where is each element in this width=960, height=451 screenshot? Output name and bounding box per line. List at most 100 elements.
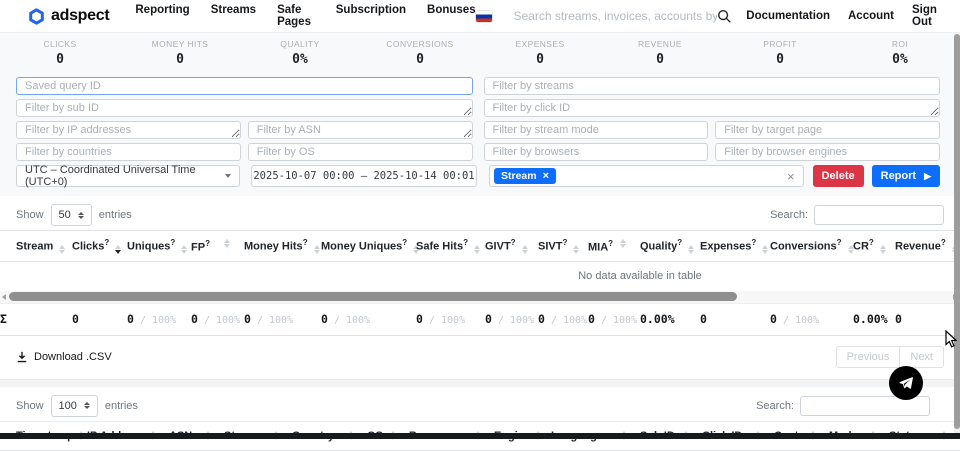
filter-stream-mode-input[interactable] [484, 121, 709, 139]
empty-table-message: No data available in table [0, 262, 960, 291]
section-separator [0, 379, 960, 387]
delete-button[interactable]: Delete [813, 165, 864, 187]
telegram-chat-button[interactable] [889, 366, 923, 400]
clear-selection-icon[interactable]: × [787, 170, 795, 183]
sigma-total-cell: Σ [0, 304, 72, 335]
telegram-icon [898, 375, 914, 391]
col-money-hits[interactable]: Money Hits? [244, 231, 321, 262]
nav-item-subscription[interactable]: Subscription [336, 4, 406, 28]
col-clicks[interactable]: Clicks? [72, 231, 127, 262]
table2-controls: Show 100 entries Search: [0, 387, 960, 421]
stepper-icon [84, 402, 90, 409]
entries-label: entries [105, 400, 138, 412]
show-label: Show [16, 400, 44, 412]
sort-icon [880, 245, 886, 254]
saved-query-id-input[interactable] [16, 77, 473, 95]
table1-footer: Download .CSV Previous Next [0, 336, 960, 379]
stat-expenses: EXPENSES 0 [480, 39, 600, 67]
tag-remove-icon[interactable]: × [543, 171, 549, 182]
col-revenue[interactable]: Revenue? [895, 231, 960, 262]
col-money-uniques[interactable]: Money Uniques? [321, 231, 416, 262]
col-expenses[interactable]: Expenses? [700, 231, 770, 262]
sort-icon [522, 245, 528, 254]
filters-panel: UTC – Coordinated Universal Time (UTC+0)… [0, 74, 960, 196]
global-search-input[interactable] [514, 9, 718, 23]
stats-bar: CLICKS 0 MONEY HITS 0 QUALITY 0% CONVERS… [0, 32, 960, 74]
total-expenses: 0 [700, 304, 770, 335]
previous-page-button[interactable]: Previous [836, 346, 901, 368]
total-sivt: 0/ 100% [538, 304, 588, 335]
chevron-down-icon [225, 174, 231, 178]
sort-icon [573, 245, 579, 254]
search-label: Search: [756, 400, 794, 412]
filter-os-input[interactable] [248, 143, 473, 161]
sort-icon [59, 245, 65, 254]
table1-controls: Show 50 entries Search: [0, 196, 960, 230]
total-safe-hits: 0/ 100% [416, 304, 485, 335]
scroll-left-icon[interactable] [2, 294, 6, 300]
nav-item-safe-pages[interactable]: Safe Pages [277, 4, 315, 28]
nav-item-documentation[interactable]: Documentation [746, 10, 830, 22]
sort-icon [314, 245, 320, 254]
filter-browser-engines-input[interactable] [715, 143, 940, 161]
vertical-scrollbar-thumb[interactable] [954, 34, 960, 429]
vertical-scrollbar[interactable] [954, 32, 960, 433]
total-givt: 0/ 100% [485, 304, 538, 335]
stat-money-hits: MONEY HITS 0 [120, 39, 240, 67]
col-fp[interactable]: FP? [191, 231, 244, 262]
search-icon[interactable] [717, 9, 732, 24]
sort-icon [762, 245, 768, 254]
nav-item-streams[interactable]: Streams [211, 4, 256, 28]
filter-countries-input[interactable] [16, 143, 241, 161]
entity-multiselect[interactable]: Stream × × [489, 165, 804, 187]
col-sivt[interactable]: SIVT? [538, 231, 588, 262]
total-fp: 0/ 100% [191, 304, 244, 335]
table1-search-input[interactable] [814, 205, 944, 225]
sort-icon [181, 245, 187, 254]
date-range-picker[interactable]: 2025-10-07 00:00 – 2025-10-14 00:01 [251, 165, 477, 187]
report-button[interactable]: Report ▶ [872, 165, 940, 187]
total-money-hits: 0/ 100% [244, 304, 321, 335]
col-stream[interactable]: Stream [0, 231, 72, 262]
filter-ip-textarea[interactable] [16, 121, 241, 139]
col-givt[interactable]: GIVT? [485, 231, 538, 262]
timezone-select[interactable]: UTC – Coordinated Universal Time (UTC+0) [16, 165, 240, 187]
page-size-select[interactable]: 50 [51, 204, 92, 226]
language-flag-ru-icon[interactable] [476, 11, 492, 22]
filter-asn-textarea[interactable] [248, 121, 473, 139]
nav-item-reporting[interactable]: Reporting [135, 4, 189, 28]
filter-target-page-input[interactable] [715, 121, 940, 139]
filter-streams-input[interactable] [484, 77, 941, 95]
download-csv-link[interactable]: Download .CSV [16, 351, 112, 363]
filter-browsers-input[interactable] [484, 143, 709, 161]
nav-item-bonuses[interactable]: Bonuses [427, 4, 476, 28]
total-quality: 0.00% [640, 304, 700, 335]
col-mia[interactable]: MIA? [588, 231, 640, 262]
col-conversions[interactable]: Conversions? [770, 231, 853, 262]
stat-profit: PROFIT 0 [720, 39, 840, 67]
col-safe-hits[interactable]: Safe Hits? [416, 231, 485, 262]
stream-tag: Stream × [494, 168, 556, 184]
horizontal-scrollbar[interactable] [0, 291, 960, 303]
pagination: Previous Next [836, 346, 944, 368]
stepper-icon [78, 212, 84, 219]
entries-label: entries [99, 209, 132, 221]
col-quality[interactable]: Quality? [640, 231, 700, 262]
sort-icon [224, 239, 230, 248]
sort-icon [474, 245, 480, 254]
stat-quality: QUALITY 0% [240, 39, 360, 67]
stat-conversions: CONVERSIONS 0 [360, 39, 480, 67]
next-page-button[interactable]: Next [900, 346, 944, 368]
page-size-select[interactable]: 100 [51, 395, 98, 417]
scrollbar-thumb[interactable] [9, 292, 737, 301]
nav-item-account[interactable]: Account [848, 10, 894, 22]
nav-item-sign-out[interactable]: Sign Out [912, 4, 946, 28]
bottom-scroll-strip [0, 433, 960, 439]
stat-clicks: CLICKS 0 [0, 39, 120, 67]
filter-click-id-textarea[interactable] [484, 99, 941, 117]
table1-scroll-area: Stream Clicks? Uniques? FP? Money Hits? … [0, 230, 960, 291]
col-uniques[interactable]: Uniques? [127, 231, 191, 262]
col-cr[interactable]: CR? [853, 231, 895, 262]
brand-logo[interactable]: adspect [28, 7, 109, 25]
filter-sub-id-textarea[interactable] [16, 99, 473, 117]
